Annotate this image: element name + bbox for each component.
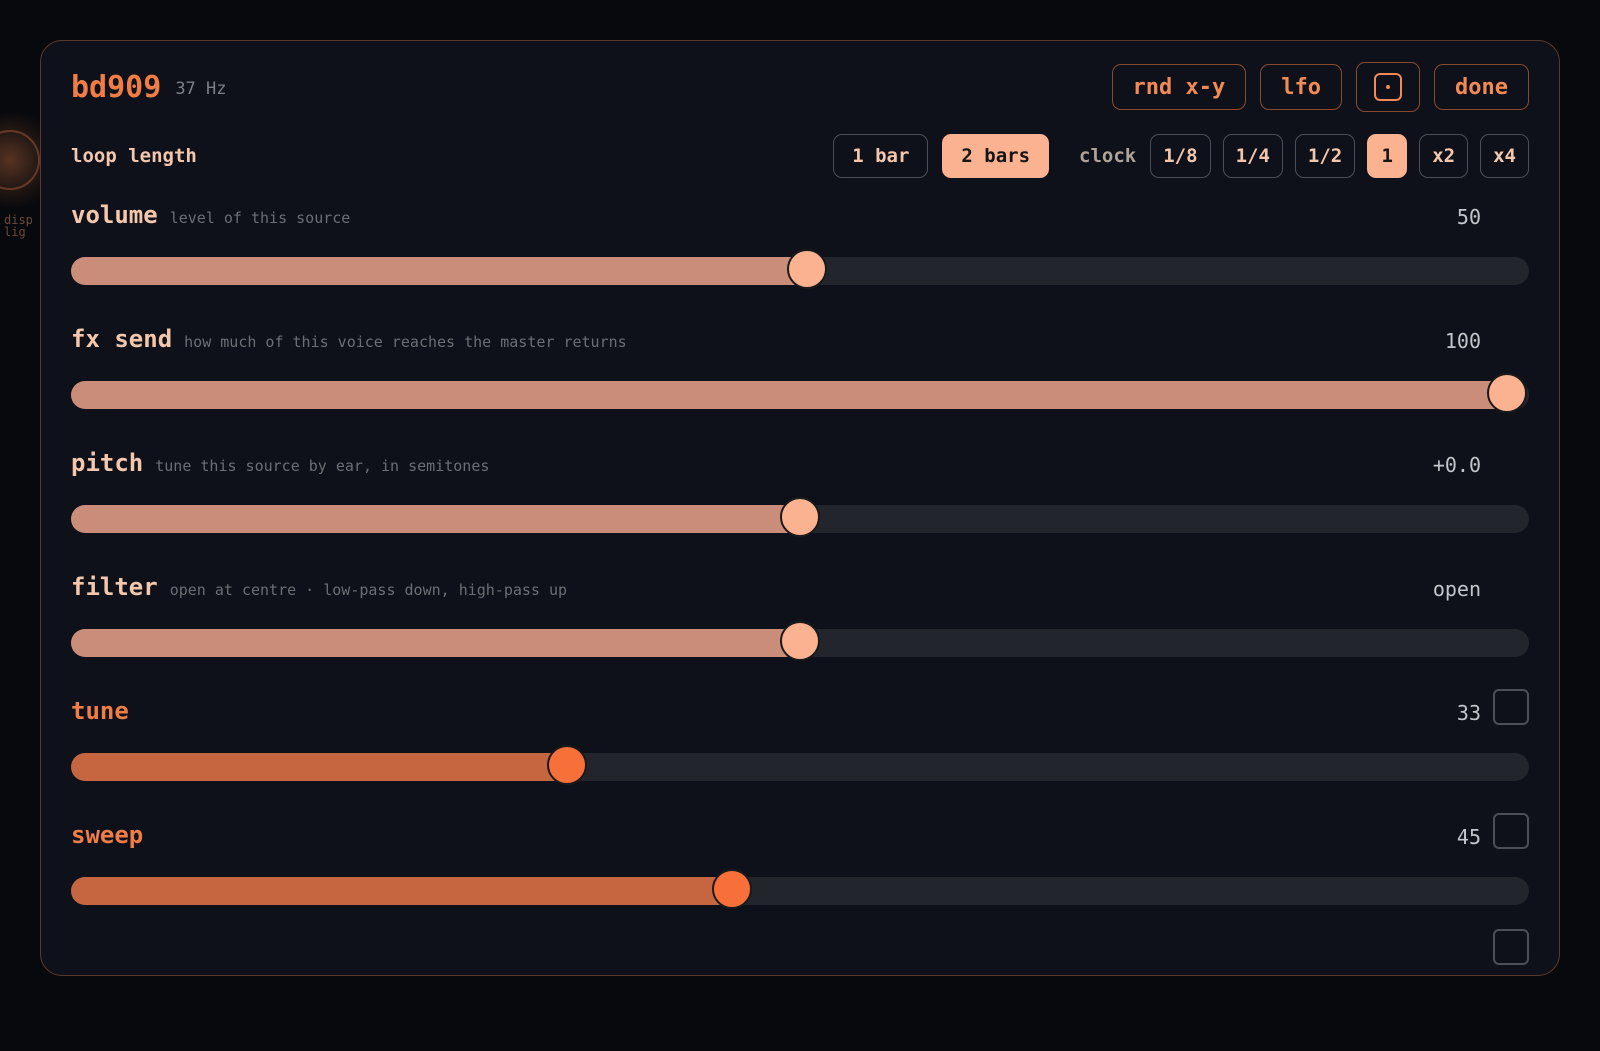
parameter-name: pitch — [71, 449, 144, 477]
parameter-description: how much of this voice reaches the maste… — [184, 333, 627, 351]
background-text: disp lig — [4, 213, 33, 239]
voice-title: bd909 — [71, 69, 162, 105]
parameter-lock-checkbox[interactable] — [1493, 689, 1529, 725]
slider-thumb[interactable] — [780, 497, 820, 537]
parameter-description: open at centre · low-pass down, high-pas… — [169, 581, 568, 599]
parameter-value: 100 — [1444, 329, 1481, 353]
parameter-value: +0.0 — [1432, 453, 1481, 477]
panel-header: bd909 37 Hz rnd x-y lfo done — [71, 62, 1529, 112]
parameter-value: 45 — [1456, 825, 1481, 849]
loop-length-row: loop length 1 bar 2 bars clock 1/8 1/4 1… — [71, 133, 1529, 179]
slider-fill — [71, 257, 808, 285]
loop-controls: 1 bar 2 bars clock 1/8 1/4 1/2 1 x2 x4 — [833, 134, 1529, 178]
clock-option[interactable]: 1/8 — [1150, 134, 1211, 178]
parameter-row: sweep 45 — [71, 813, 1529, 931]
parameter-lock-checkbox[interactable] — [1493, 929, 1529, 965]
parameter-label-line: tune — [71, 697, 129, 725]
parameter-slider[interactable] — [71, 249, 1529, 289]
slider-thumb[interactable] — [712, 869, 753, 909]
parameter-label-line: fx send how much of this voice reaches th… — [71, 325, 627, 353]
clock-option[interactable]: x2 — [1419, 134, 1469, 178]
slider-thumb[interactable] — [787, 249, 828, 289]
parameter-row: fx send how much of this voice reaches th… — [71, 325, 1529, 435]
parameter-description: tune this source by ear, in semitones — [155, 457, 490, 475]
parameter-name: filter — [71, 573, 158, 601]
parameter-row: filter open at centre · low-pass down, hi… — [71, 573, 1529, 683]
header-actions: rnd x-y lfo done — [1111, 62, 1529, 112]
parameter-value: 33 — [1456, 701, 1481, 725]
parameter-label-line: pitch tune this source by ear, in semiton… — [71, 449, 489, 477]
dice-button[interactable] — [1356, 62, 1421, 112]
loop-bar-option[interactable]: 2 bars — [942, 134, 1050, 178]
slider-fill — [71, 629, 800, 657]
lfo-button[interactable]: lfo — [1260, 64, 1343, 110]
slider-thumb[interactable] — [1487, 373, 1527, 413]
loop-bar-option[interactable]: 1 bar — [833, 134, 929, 178]
done-button[interactable]: done — [1434, 64, 1529, 110]
parameter-name: volume — [71, 201, 158, 229]
parameter-slider[interactable] — [71, 869, 1529, 909]
parameter-name: tune — [71, 697, 129, 725]
clock-option[interactable]: 1 — [1367, 134, 1408, 178]
parameter-row: pitch tune this source by ear, in semiton… — [71, 449, 1529, 559]
parameter-name: fx send — [71, 325, 173, 353]
voice-frequency: 37 Hz — [175, 79, 227, 99]
dice-icon — [1374, 73, 1403, 101]
voice-editor-panel: bd909 37 Hz rnd x-y lfo done loop length… — [40, 40, 1560, 976]
clock-option[interactable]: 1/2 — [1294, 134, 1356, 178]
slider-fill — [71, 753, 567, 781]
parameter-slider[interactable] — [71, 745, 1529, 785]
parameter-value: open — [1432, 577, 1481, 601]
clock-label: clock — [1079, 145, 1137, 167]
slider-fill — [71, 381, 1507, 409]
slider-fill — [71, 505, 800, 533]
parameter-value: 50 — [1456, 205, 1481, 229]
slider-thumb[interactable] — [546, 745, 587, 785]
parameter-row: volume level of this source 50 — [71, 201, 1529, 311]
random-xy-button[interactable]: rnd x-y — [1111, 64, 1247, 110]
loop-length-label: loop length — [71, 145, 197, 167]
parameter-label-line: sweep — [71, 821, 143, 849]
clock-option[interactable]: 1/4 — [1222, 134, 1283, 178]
parameter-slider[interactable] — [71, 621, 1529, 661]
slider-fill — [71, 877, 733, 905]
parameter-description: level of this source — [169, 209, 351, 227]
parameter-slider[interactable] — [71, 497, 1529, 537]
parameter-lock-checkbox[interactable] — [1493, 813, 1529, 849]
slider-thumb[interactable] — [780, 621, 820, 661]
clock-option[interactable]: x4 — [1480, 134, 1529, 178]
parameter-name: sweep — [71, 821, 144, 849]
parameter-label-line: filter open at centre · low-pass down, hi… — [71, 573, 567, 601]
parameter-row: tune 33 — [71, 689, 1529, 807]
parameter-slider[interactable] — [71, 373, 1529, 413]
parameter-label-line: volume level of this source — [71, 201, 350, 229]
